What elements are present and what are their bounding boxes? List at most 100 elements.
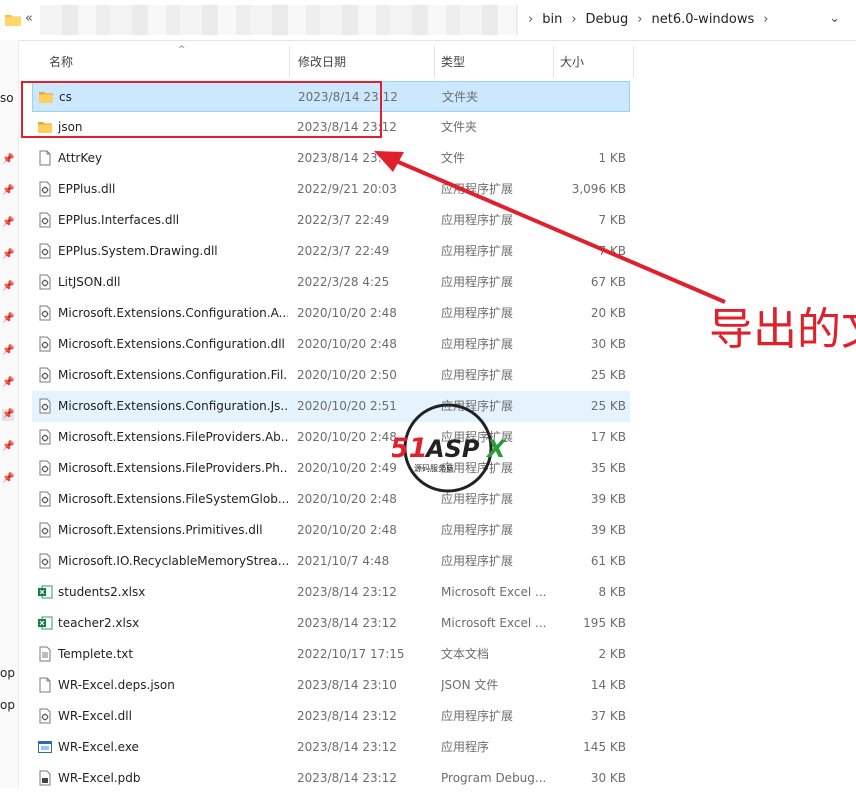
dll-icon [37, 398, 53, 414]
column-header-date[interactable]: 修改日期 [292, 46, 435, 78]
file-row[interactable]: Microsoft.Extensions.Configuration.A... 2… [32, 298, 630, 329]
file-date: 2023/8/14 23:12 [297, 616, 397, 630]
text-file-icon [37, 646, 53, 662]
address-bar[interactable]: « › bin › Debug › net6.0-windows › ⌄ [0, 0, 856, 41]
file-row[interactable]: WR-Excel.exe 2023/8/14 23:12 应用程序 145 KB [32, 732, 630, 763]
file-date: 2022/10/17 17:15 [297, 647, 405, 661]
file-name: WR-Excel.exe [58, 740, 139, 754]
file-size: 145 KB [583, 740, 626, 754]
file-type: 文件 [441, 151, 466, 165]
file-name: Microsoft.Extensions.Configuration.A... [58, 306, 288, 320]
file-size: 195 KB [583, 616, 626, 630]
file-date: 2020/10/20 2:50 [297, 368, 397, 382]
file-name: EPPlus.Interfaces.dll [58, 213, 180, 227]
file-name: AttrKey [58, 151, 103, 165]
chevron-right-icon: › [637, 12, 643, 27]
history-dropdown-icon[interactable]: ⌄ [829, 11, 840, 26]
dll-icon [37, 708, 53, 724]
excel-icon [37, 615, 53, 631]
file-name: WR-Excel.deps.json [58, 678, 175, 692]
nav-label[interactable]: so [0, 91, 14, 105]
column-header-type[interactable]: 类型 [435, 46, 554, 78]
blurred-path [40, 5, 518, 35]
file-date: 2022/3/7 22:49 [297, 213, 390, 227]
file-size: 1 KB [598, 151, 626, 165]
file-row[interactable]: teacher2.xlsx 2023/8/14 23:12 Microsoft Ex… [32, 608, 630, 639]
pin-icon: 📌 [2, 377, 15, 388]
pin-icon: 📌 [2, 249, 15, 260]
file-size: 39 KB [590, 523, 626, 537]
file-type: 应用程序扩展 [441, 306, 514, 320]
dll-icon [37, 429, 53, 445]
file-date: 2023/8/14 23:12 [297, 740, 397, 754]
file-row[interactable]: WR-Excel.dll 2023/8/14 23:12 应用程序扩展 37 KB [32, 701, 630, 732]
file-row[interactable]: students2.xlsx 2023/8/14 23:12 Microsoft E… [32, 577, 630, 608]
column-header-size[interactable]: 大小 [554, 46, 634, 78]
file-name: Microsoft.Extensions.FileProviders.Ph... [58, 461, 288, 475]
dll-icon [37, 460, 53, 476]
file-row[interactable]: Microsoft.Extensions.Primitives.dll 2020/… [32, 515, 630, 546]
file-row[interactable]: LitJSON.dll 2022/3/28 4:25 应用程序扩展 67 KB [32, 267, 630, 298]
svg-text:51: 51 [392, 433, 428, 464]
navigation-pane: so 📌 📌 📌 📌 📌 📌 📌 📌 📌 📌 📌 op op [0, 40, 19, 788]
file-size: 3,096 KB [571, 182, 626, 196]
file-row[interactable]: Microsoft.Extensions.FileProviders.Ph...… [32, 453, 630, 484]
pdb-icon [37, 770, 53, 786]
file-date: 2023/8/14 23:04 [297, 151, 397, 165]
file-row[interactable]: Microsoft.Extensions.Configuration.Fil..… [32, 360, 630, 391]
file-row[interactable]: WR-Excel.deps.json 2023/8/14 23:10 JSON 文件… [32, 670, 630, 701]
file-size: 20 KB [590, 306, 626, 320]
file-row[interactable]: Templete.txt 2022/10/17 17:15 文本文档 2 KB [32, 639, 630, 670]
svg-text:源码服务商: 源码服务商 [414, 463, 454, 473]
breadcrumb-bin[interactable]: bin [541, 12, 563, 27]
file-name: WR-Excel.dll [58, 709, 132, 723]
breadcrumb-debug[interactable]: Debug [585, 12, 630, 27]
file-type: 应用程序扩展 [441, 523, 514, 537]
file-row[interactable]: Microsoft.Extensions.Configuration.Js...… [32, 391, 630, 422]
file-type: 应用程序 [441, 740, 490, 754]
pin-icon: 📌 [2, 185, 15, 196]
file-type: 应用程序扩展 [441, 182, 514, 196]
file-date: 2020/10/20 2:48 [297, 306, 397, 320]
file-row[interactable]: Microsoft.Extensions.FileSystemGlob... 20… [32, 484, 630, 515]
file-type: 文本文档 [441, 647, 490, 661]
svg-text:ASP: ASP [424, 435, 480, 463]
file-size: 30 KB [590, 337, 626, 351]
nav-label[interactable]: op [0, 698, 15, 712]
file-name: Microsoft.Extensions.FileSystemGlob... [58, 492, 288, 506]
file-type: 应用程序扩展 [441, 244, 514, 258]
file-size: 14 KB [590, 678, 626, 692]
chevron-right-icon[interactable]: › [763, 12, 768, 27]
dll-icon [37, 367, 53, 383]
file-row[interactable]: Microsoft.Extensions.FileProviders.Ab...… [32, 422, 630, 453]
file-row[interactable]: EPPlus.Interfaces.dll 2022/3/7 22:49 应用程序扩… [32, 205, 630, 236]
nav-label[interactable]: op [0, 666, 15, 680]
file-size: 7 KB [598, 213, 626, 227]
column-header-name[interactable]: 名称 [43, 46, 290, 78]
pin-icon: 📌 [2, 313, 15, 324]
dll-icon [37, 212, 53, 228]
file-type: 文件夹 [441, 120, 478, 134]
breadcrumb-net6[interactable]: net6.0-windows [650, 12, 755, 27]
file-row[interactable]: Microsoft.Extensions.Configuration.dll 20… [32, 329, 630, 360]
file-size: 30 KB [590, 771, 626, 785]
file-type: JSON 文件 [441, 678, 499, 692]
pin-icon: 📌 [2, 281, 15, 292]
file-row[interactable]: EPPlus.System.Drawing.dll 2022/3/7 22:49 应… [32, 236, 630, 267]
file-type: 应用程序扩展 [441, 709, 514, 723]
file-size: 39 KB [590, 492, 626, 506]
file-date: 2022/3/28 4:25 [297, 275, 390, 289]
file-name: students2.xlsx [58, 585, 146, 599]
dll-icon [37, 553, 53, 569]
excel-icon [37, 584, 53, 600]
file-row[interactable]: EPPlus.dll 2022/9/21 20:03 应用程序扩展 3,096 KB [32, 174, 630, 205]
file-row[interactable]: Microsoft.IO.RecyclableMemoryStrea... 202… [32, 546, 630, 577]
file-date: 2023/8/14 23:12 [297, 709, 397, 723]
file-type: 应用程序扩展 [441, 213, 514, 227]
svg-text:X: X [485, 435, 507, 463]
overflow-chevron[interactable]: « [25, 11, 33, 26]
file-row[interactable]: AttrKey 2023/8/14 23:04 文件 1 KB [32, 143, 630, 174]
file-date: 2023/8/14 23:12 [297, 771, 397, 785]
file-row[interactable]: WR-Excel.pdb 2023/8/14 23:12 Program Debug… [32, 763, 630, 794]
file-type: Program Debug... [441, 771, 547, 785]
